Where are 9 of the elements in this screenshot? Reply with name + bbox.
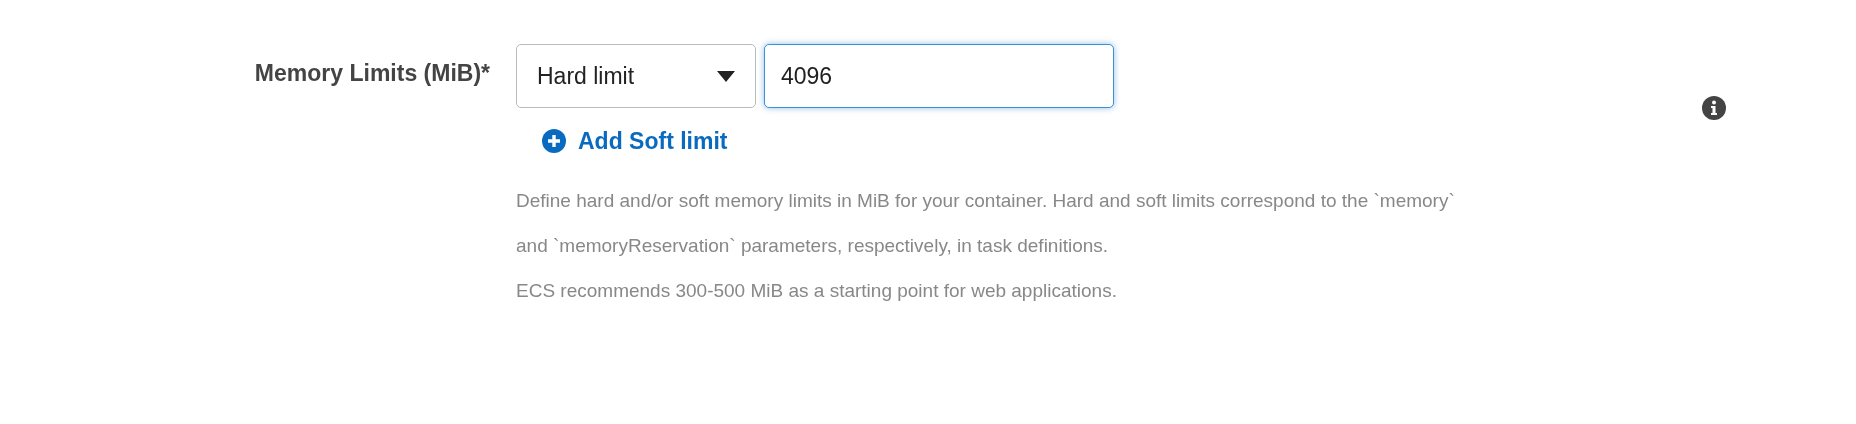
- caret-icon: [717, 70, 735, 82]
- field-label: Memory Limits (MiB)*: [254, 59, 490, 87]
- info-icon[interactable]: [1702, 96, 1726, 120]
- help-text: ECS recommends 300-500 MiB as a starting point for web applications.: [516, 279, 1118, 303]
- help-text: Define hard and/or soft memory limits in MiB for your container. Hard and soft limits correspond to the `memory` and `memoryReservation` parameters, respectively, in task definitions.: [516, 189, 1456, 258]
- plus-circle-icon: [542, 129, 566, 153]
- add-soft-limit-link[interactable]: Add Soft limit: [542, 124, 728, 158]
- memory-input-field[interactable]: 4096: [764, 44, 1114, 108]
- limit-type-dropdown[interactable]: Hard limit: [516, 44, 756, 108]
